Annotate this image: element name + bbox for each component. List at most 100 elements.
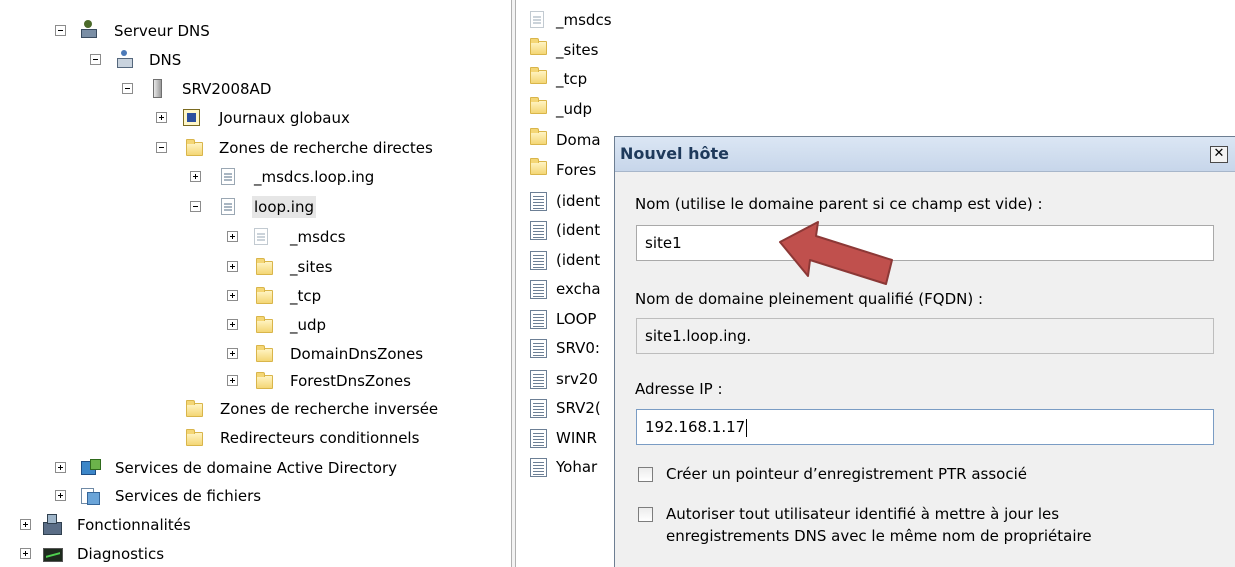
- tree-item-label: Zones de recherche directes: [219, 139, 433, 157]
- folder-icon: [530, 128, 547, 145]
- console-tree: Serveur DNS DNS SRV2008AD Journaux globa…: [0, 0, 510, 567]
- expand-icon[interactable]: [55, 490, 66, 501]
- folder-icon: [186, 429, 203, 446]
- list-item-label: _udp: [556, 100, 593, 118]
- list-item-label: SRV2(: [556, 399, 601, 417]
- dns-server-icon: [80, 20, 97, 38]
- collapse-icon[interactable]: [122, 83, 133, 94]
- expand-icon[interactable]: [227, 319, 238, 330]
- list-item-label: WINR: [556, 429, 597, 447]
- ptr-checkbox[interactable]: [638, 467, 653, 482]
- zone-icon: [221, 198, 235, 215]
- list-item-label: excha: [556, 280, 601, 298]
- ip-label: Adresse IP :: [635, 380, 723, 398]
- list-item-label: (ident: [556, 221, 601, 239]
- expand-icon[interactable]: [227, 290, 238, 301]
- dialog-titlebar[interactable]: Nouvel hôte ✕: [615, 137, 1235, 172]
- folder-icon: [256, 372, 273, 389]
- tree-item-label: ForestDnsZones: [290, 372, 411, 390]
- new-host-dialog: Nouvel hôte ✕ Nom (utilise le domaine pa…: [614, 136, 1235, 567]
- list-item-label: Doma: [556, 131, 601, 149]
- folder-icon: [530, 67, 547, 84]
- folder-icon: [530, 38, 547, 55]
- record-icon: [530, 310, 547, 329]
- folder-icon: [256, 287, 273, 304]
- authorize-update-checkbox[interactable]: [638, 507, 653, 522]
- folder-icon: [530, 97, 547, 114]
- record-icon: [530, 429, 547, 448]
- tree-item-label: _udp: [290, 316, 327, 334]
- expand-icon[interactable]: [227, 231, 238, 242]
- tree-item-label: Services de fichiers: [115, 487, 262, 505]
- dialog-title: Nouvel hôte: [620, 144, 729, 163]
- tree-item-label: Diagnostics: [77, 545, 165, 563]
- record-icon: [530, 280, 547, 299]
- ptr-checkbox-label: Créer un pointeur d’enregistrement PTR a…: [666, 465, 1027, 483]
- tree-item-label: Redirecteurs conditionnels: [220, 429, 420, 447]
- record-icon: [530, 339, 547, 358]
- expand-icon[interactable]: [20, 519, 31, 530]
- tree-item-label: Fonctionnalités: [77, 516, 191, 534]
- tree-item-label: Zones de recherche inversée: [220, 400, 439, 418]
- folder-icon: [256, 258, 273, 275]
- expand-icon[interactable]: [190, 171, 201, 182]
- list-item-label: LOOP: [556, 310, 597, 328]
- collapse-icon[interactable]: [156, 142, 167, 153]
- record-icon: [530, 192, 547, 211]
- name-input[interactable]: site1: [636, 225, 1214, 261]
- expand-icon[interactable]: [227, 348, 238, 359]
- pane-splitter[interactable]: [511, 0, 516, 567]
- record-icon: [530, 370, 547, 389]
- authorize-update-label-line1: Autoriser tout utilisateur identifié à m…: [666, 505, 1060, 523]
- file-services-icon: [81, 487, 100, 505]
- zone-icon: [221, 168, 235, 185]
- list-item-label: (ident: [556, 192, 601, 210]
- fqdn-field: site1.loop.ing.: [636, 318, 1214, 354]
- ip-input-value: 192.168.1.17: [645, 418, 746, 436]
- expand-icon[interactable]: [227, 375, 238, 386]
- features-icon: [43, 514, 62, 535]
- collapse-icon[interactable]: [190, 201, 201, 212]
- active-directory-icon: [81, 459, 101, 476]
- record-icon: [530, 251, 547, 270]
- tree-item-label: DomainDnsZones: [290, 345, 424, 363]
- tree-item-label: SRV2008AD: [182, 80, 272, 98]
- authorize-update-label-line2: enregistrements DNS avec le même nom de …: [666, 527, 1092, 545]
- collapse-icon[interactable]: [55, 25, 66, 36]
- list-item-label: srv20: [556, 370, 598, 388]
- tree-item-label: Serveur DNS: [114, 22, 210, 40]
- expand-icon[interactable]: [156, 112, 167, 123]
- list-item-label: (ident: [556, 251, 601, 269]
- tree-item-label: loop.ing: [252, 196, 317, 218]
- annotation-arrow-icon: [779, 221, 893, 285]
- tree-item-label: _tcp: [290, 287, 322, 305]
- zone-icon: [530, 11, 544, 28]
- diagnostics-icon: [43, 548, 63, 562]
- tree-item-label: _msdcs.loop.ing: [254, 168, 375, 186]
- expand-icon[interactable]: [20, 548, 31, 559]
- list-item-label: Fores: [556, 161, 597, 179]
- list-item-label: _msdcs: [556, 11, 612, 29]
- dns-network-icon: [116, 50, 133, 68]
- folder-icon: [256, 345, 273, 362]
- list-item-label: SRV0:: [556, 339, 600, 357]
- expand-icon[interactable]: [55, 462, 66, 473]
- expand-icon[interactable]: [227, 261, 238, 272]
- tree-item-label: _sites: [290, 258, 333, 276]
- name-label: Nom (utilise le domaine parent si ce cha…: [635, 195, 1043, 213]
- collapse-icon[interactable]: [90, 54, 101, 65]
- close-button[interactable]: ✕: [1210, 146, 1228, 163]
- record-icon: [530, 458, 547, 477]
- folder-icon: [256, 316, 273, 333]
- server-icon: [153, 79, 162, 98]
- zone-delegation-icon: [254, 228, 268, 245]
- event-log-icon: [183, 109, 200, 126]
- list-item-label: _tcp: [556, 70, 588, 88]
- tree-item-label: DNS: [149, 51, 182, 69]
- tree-item-label: _msdcs: [290, 228, 346, 246]
- folder-icon: [530, 158, 547, 175]
- ip-input[interactable]: 192.168.1.17: [636, 409, 1214, 445]
- text-caret: [746, 418, 748, 437]
- record-icon: [530, 399, 547, 418]
- folder-icon: [186, 400, 203, 417]
